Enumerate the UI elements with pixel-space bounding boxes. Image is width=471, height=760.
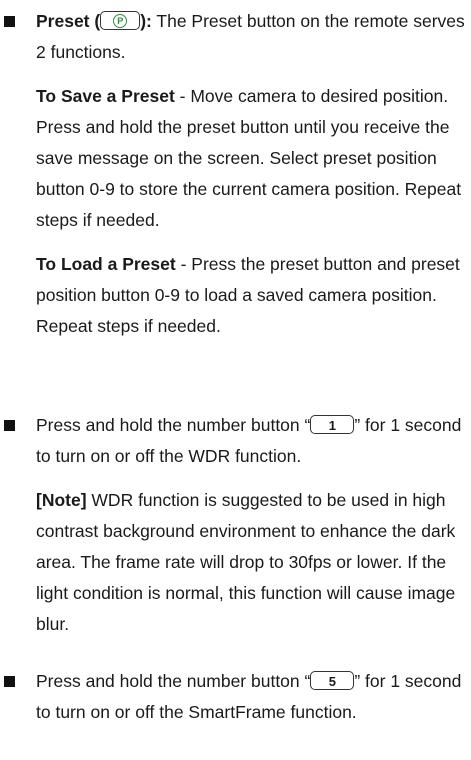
wdr-text-block: Press and hold the number button “1” for…: [36, 410, 466, 640]
preset-title-close: ):: [140, 11, 152, 31]
smartframe-text-before: Press and hold the number button “: [36, 671, 311, 691]
number-5-key: 5: [310, 670, 355, 690]
preset-text-block: Preset (P): The Preset button on the rem…: [36, 6, 466, 342]
wdr-note-paragraph: [Note] WDR function is suggested to be u…: [36, 485, 466, 640]
smartframe-paragraph: Press and hold the number button “5” for…: [36, 666, 466, 728]
load-preset-paragraph: To Load a Preset - Press the preset butt…: [36, 249, 466, 342]
preset-intro-paragraph: Preset (P): The Preset button on the rem…: [36, 6, 466, 68]
number-1-key: 1: [310, 414, 355, 434]
save-preset-text: - Move camera to desired position. Press…: [36, 86, 462, 230]
wdr-note-heading: [Note]: [36, 490, 87, 510]
save-preset-heading: To Save a Preset: [36, 86, 175, 106]
load-preset-heading: To Load a Preset: [36, 254, 176, 274]
preset-icon: P: [113, 14, 128, 29]
wdr-note-text: WDR function is suggested to be used in …: [36, 490, 456, 634]
save-preset-paragraph: To Save a Preset - Move camera to desire…: [36, 81, 466, 236]
bullet-square-icon: [4, 16, 15, 27]
bullet-square-icon: [4, 676, 15, 687]
preset-title: Preset (: [36, 11, 101, 31]
bullet-square-icon: [4, 420, 15, 431]
smartframe-text-block: Press and hold the number button “5” for…: [36, 666, 466, 728]
wdr-paragraph: Press and hold the number button “1” for…: [36, 410, 466, 472]
preset-button-key: P: [100, 10, 141, 30]
wdr-text-before: Press and hold the number button “: [36, 415, 311, 435]
